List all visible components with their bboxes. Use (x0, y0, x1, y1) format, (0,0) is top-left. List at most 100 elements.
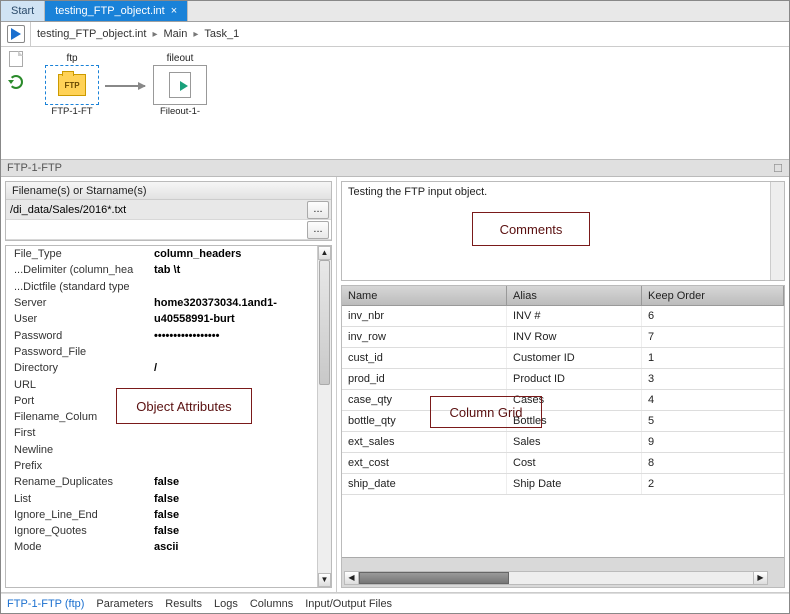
table-row[interactable]: ext_costCost8 (342, 453, 784, 474)
col-header-name[interactable]: Name (342, 286, 507, 305)
attribute-key: Newline (14, 444, 154, 456)
attribute-row[interactable]: Useru40558991-burt (6, 311, 317, 327)
table-row[interactable]: prod_idProduct ID3 (342, 369, 784, 390)
flow-canvas[interactable]: ftp FTP FTP-1-FT fileout Fileout-1- (31, 47, 789, 159)
table-row[interactable]: ext_salesSales9 (342, 432, 784, 453)
cell-keep: 1 (642, 348, 784, 368)
table-row[interactable]: inv_nbrINV #6 (342, 306, 784, 327)
table-row[interactable]: cust_idCustomer ID1 (342, 348, 784, 369)
document-icon[interactable] (9, 51, 23, 67)
play-icon (11, 28, 21, 40)
attribute-row[interactable]: Newline (6, 442, 317, 458)
section-title: FTP-1-FTP (7, 162, 62, 174)
attribute-row[interactable]: URL (6, 376, 317, 392)
cell-name: ext_cost (342, 453, 507, 473)
node-fileout-title: fileout (149, 53, 211, 65)
node-fileout-id: Fileout-1- (149, 106, 211, 117)
close-icon[interactable]: × (171, 5, 177, 17)
cell-alias: Bottles (507, 411, 642, 431)
bottom-tab[interactable]: Columns (250, 598, 293, 610)
attribute-row[interactable]: Prefix (6, 458, 317, 474)
filename-row-1: ... (6, 200, 331, 220)
table-row[interactable]: ship_dateShip Date2 (342, 474, 784, 495)
attribute-row[interactable]: ...Delimiter (column_heatab \t (6, 262, 317, 278)
bottom-tab[interactable]: Logs (214, 598, 238, 610)
attribute-key: Filename_Colum (14, 411, 154, 423)
grid-body: inv_nbrINV #6inv_rowINV Row7cust_idCusto… (342, 306, 784, 557)
attribute-row[interactable]: Modeascii (6, 539, 317, 555)
table-row[interactable]: inv_rowINV Row7 (342, 327, 784, 348)
attribute-key: URL (14, 379, 154, 391)
attribute-value: tab \t (154, 264, 317, 276)
annotation-comments: Comments (472, 212, 590, 246)
attribute-row[interactable]: Ignore_Quotesfalse (6, 523, 317, 539)
node-fileout[interactable]: fileout Fileout-1- (149, 53, 211, 117)
attribute-row[interactable]: Filename_Colum (6, 409, 317, 425)
attribute-key: Prefix (14, 460, 154, 472)
run-button[interactable] (1, 22, 31, 46)
pin-icon[interactable]: ☐ (773, 162, 783, 175)
attribute-value: false (154, 493, 317, 505)
table-row[interactable]: case_qtyCases4 (342, 390, 784, 411)
attribute-row[interactable]: Ignore_Line_Endfalse (6, 507, 317, 523)
refresh-icon[interactable] (9, 75, 23, 89)
canvas-gutter (1, 47, 31, 159)
attribute-row[interactable]: ...Dictfile (standard type (6, 279, 317, 295)
crumb-task[interactable]: Task_1 (204, 28, 239, 40)
attribute-row[interactable]: Directory/ (6, 360, 317, 376)
tab-active-file[interactable]: testing_FTP_object.int × (45, 1, 188, 21)
col-header-keep[interactable]: Keep Order (642, 286, 784, 305)
cell-keep: 5 (642, 411, 784, 431)
attribute-row[interactable]: Rename_Duplicatesfalse (6, 474, 317, 490)
bottom-tab[interactable]: Results (165, 598, 202, 610)
cell-keep: 8 (642, 453, 784, 473)
browse-button-2[interactable]: ... (307, 221, 329, 239)
attribute-row[interactable]: Port (6, 393, 317, 409)
filename-input-2[interactable] (6, 221, 307, 239)
attribute-key: ...Delimiter (column_hea (14, 264, 154, 276)
browse-button-1[interactable]: ... (307, 201, 329, 219)
attribute-row[interactable]: File_Typecolumn_headers (6, 246, 317, 262)
attribute-value: false (154, 525, 317, 537)
scroll-down-icon[interactable]: ▼ (318, 573, 331, 587)
crumb-file[interactable]: testing_FTP_object.int (37, 28, 146, 40)
comments-text: Testing the FTP input object. (348, 186, 487, 198)
scrollbar-thumb[interactable] (319, 260, 330, 385)
cell-name: bottle_qty (342, 411, 507, 431)
attribute-row[interactable]: Password••••••••••••••••• (6, 327, 317, 343)
comments-scrollbar[interactable] (770, 182, 784, 280)
breadcrumb: testing_FTP_object.int ▸ Main ▸ Task_1 (31, 22, 789, 46)
left-pane: Filename(s) or Starname(s) ... ... File_… (1, 177, 337, 592)
cell-name: ship_date (342, 474, 507, 494)
attributes-scrollbar[interactable]: ▲ ▼ (317, 246, 331, 587)
tab-start[interactable]: Start (1, 1, 45, 21)
node-ftp[interactable]: ftp FTP FTP-1-FT (41, 53, 103, 117)
cell-alias: Sales (507, 432, 642, 452)
cell-name: ext_sales (342, 432, 507, 452)
crumb-main[interactable]: Main (163, 28, 187, 40)
cell-alias: Cost (507, 453, 642, 473)
comments-panel[interactable]: Testing the FTP input object. Comments (341, 181, 785, 281)
node-ftp-title: ftp (41, 53, 103, 65)
scroll-up-icon[interactable]: ▲ (318, 246, 331, 260)
table-row[interactable]: bottle_qtyBottles5 (342, 411, 784, 432)
bottom-tab[interactable]: Parameters (96, 598, 153, 610)
bottom-tab[interactable]: Input/Output Files (305, 598, 392, 610)
attribute-row[interactable]: Serverhome320373034.1and1- (6, 295, 317, 311)
filename-input-1[interactable] (6, 201, 307, 219)
col-header-alias[interactable]: Alias (507, 286, 642, 305)
bottom-tab[interactable]: FTP-1-FTP (ftp) (7, 598, 84, 610)
grid-h-scrollbar[interactable]: ◀ ▶ (344, 571, 768, 585)
scroll-right-icon[interactable]: ▶ (753, 572, 767, 584)
scroll-left-icon[interactable]: ◀ (345, 572, 359, 584)
cell-name: case_qty (342, 390, 507, 410)
h-scrollbar-thumb[interactable] (359, 572, 509, 584)
attribute-key: Ignore_Quotes (14, 525, 154, 537)
breadcrumb-toolbar: testing_FTP_object.int ▸ Main ▸ Task_1 (1, 22, 789, 47)
attribute-row[interactable]: Listfalse (6, 490, 317, 506)
attribute-row[interactable]: Password_File (6, 344, 317, 360)
attribute-value: / (154, 362, 317, 374)
split-pane: Filename(s) or Starname(s) ... ... File_… (1, 177, 789, 593)
cell-alias: Cases (507, 390, 642, 410)
attribute-row[interactable]: First (6, 425, 317, 441)
